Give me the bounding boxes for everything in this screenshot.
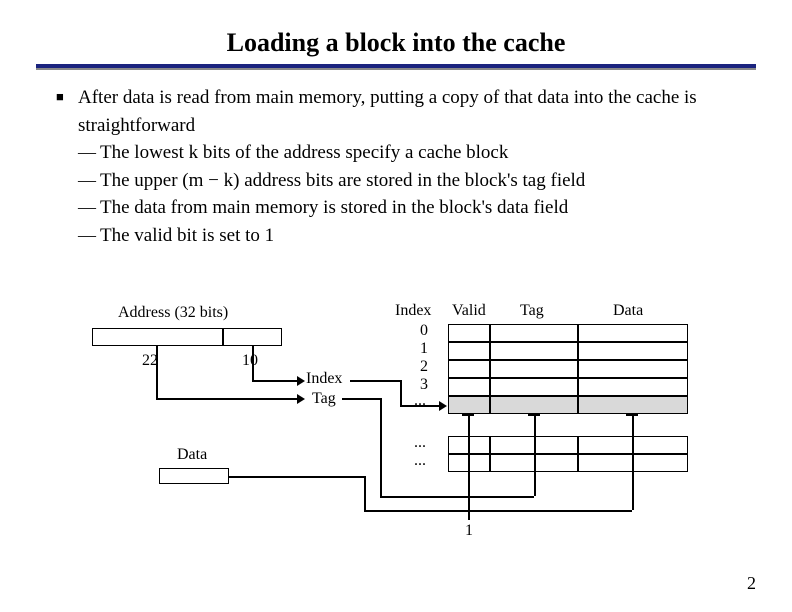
col-tag-label: Tag — [520, 302, 544, 320]
cell-tag — [490, 342, 578, 360]
row-index-2: 2 — [420, 358, 428, 376]
address-bits-label: Address (32 bits) — [118, 304, 228, 322]
index-route-v — [400, 380, 402, 405]
valid-one-label: 1 — [465, 522, 473, 540]
address-divider — [222, 328, 224, 346]
cell-valid — [448, 324, 490, 342]
row-index-dots1: ... — [414, 392, 426, 410]
col-index-label: Index — [395, 302, 431, 320]
index-wire-h — [252, 380, 298, 382]
body-text: ■ After data is read from main memory, p… — [0, 70, 792, 249]
data-route-h1 — [229, 476, 364, 478]
page-number: 2 — [747, 573, 756, 594]
bullet-icon: ■ — [56, 84, 78, 139]
dash-icon: — — [78, 167, 100, 195]
page-title: Loading a block into the cache — [0, 0, 792, 64]
tag-route-tip — [528, 414, 540, 416]
index-route-to-row — [400, 405, 440, 407]
bullet-main: After data is read from main memory, put… — [78, 84, 736, 139]
tag-route-h1 — [342, 398, 380, 400]
data-route-v2 — [632, 414, 634, 510]
row-index-dots2: ... — [414, 434, 426, 452]
bullet-sub4: The valid bit is set to 1 — [100, 222, 274, 250]
bullet-sub3: The data from main memory is stored in t… — [100, 194, 568, 222]
col-data-label: Data — [613, 302, 643, 320]
data-source-label: Data — [177, 446, 207, 464]
cell-tag — [490, 378, 578, 396]
cell-data-target — [578, 396, 688, 414]
cell-tag — [490, 324, 578, 342]
cell-valid — [448, 360, 490, 378]
index-route-h — [350, 380, 400, 382]
cell-data — [578, 342, 688, 360]
data-route-h2 — [364, 510, 632, 512]
dash-icon: — — [78, 222, 100, 250]
tag-wire-v — [156, 346, 158, 398]
bullet-sub1: The lowest k bits of the address specify… — [100, 139, 508, 167]
cell-data — [578, 360, 688, 378]
cell-valid — [448, 378, 490, 396]
data-route-v1 — [364, 476, 366, 510]
cell-valid-target — [448, 396, 490, 414]
data-route-tip — [626, 414, 638, 416]
index-wire-v — [252, 346, 254, 380]
cell-tag-target — [490, 396, 578, 414]
address-box — [92, 328, 282, 346]
bullet-sub2: The upper (m − k) address bits are store… — [100, 167, 585, 195]
index-bits-count: 10 — [242, 352, 258, 370]
cache-diagram: Address (32 bits) 22 10 Index Tag Data I… — [0, 290, 792, 570]
dash-icon: — — [78, 139, 100, 167]
cell-valid — [448, 342, 490, 360]
tag-route-v2 — [534, 414, 536, 496]
index-wire-label: Index — [306, 370, 342, 388]
dash-icon: — — [78, 194, 100, 222]
tag-route-h2 — [380, 496, 534, 498]
cell-data — [578, 324, 688, 342]
tag-wire-label: Tag — [312, 390, 336, 408]
valid-wire-tip — [462, 414, 474, 416]
row-index-dots3: ... — [414, 452, 426, 470]
data-box — [159, 468, 229, 484]
valid-wire-v — [468, 414, 470, 520]
col-valid-label: Valid — [452, 302, 486, 320]
row-index-1: 1 — [420, 340, 428, 358]
row-index-0: 0 — [420, 322, 428, 340]
tag-route-v — [380, 398, 382, 496]
cell-tag — [490, 360, 578, 378]
cell-data — [578, 378, 688, 396]
tag-wire-h — [156, 398, 298, 400]
